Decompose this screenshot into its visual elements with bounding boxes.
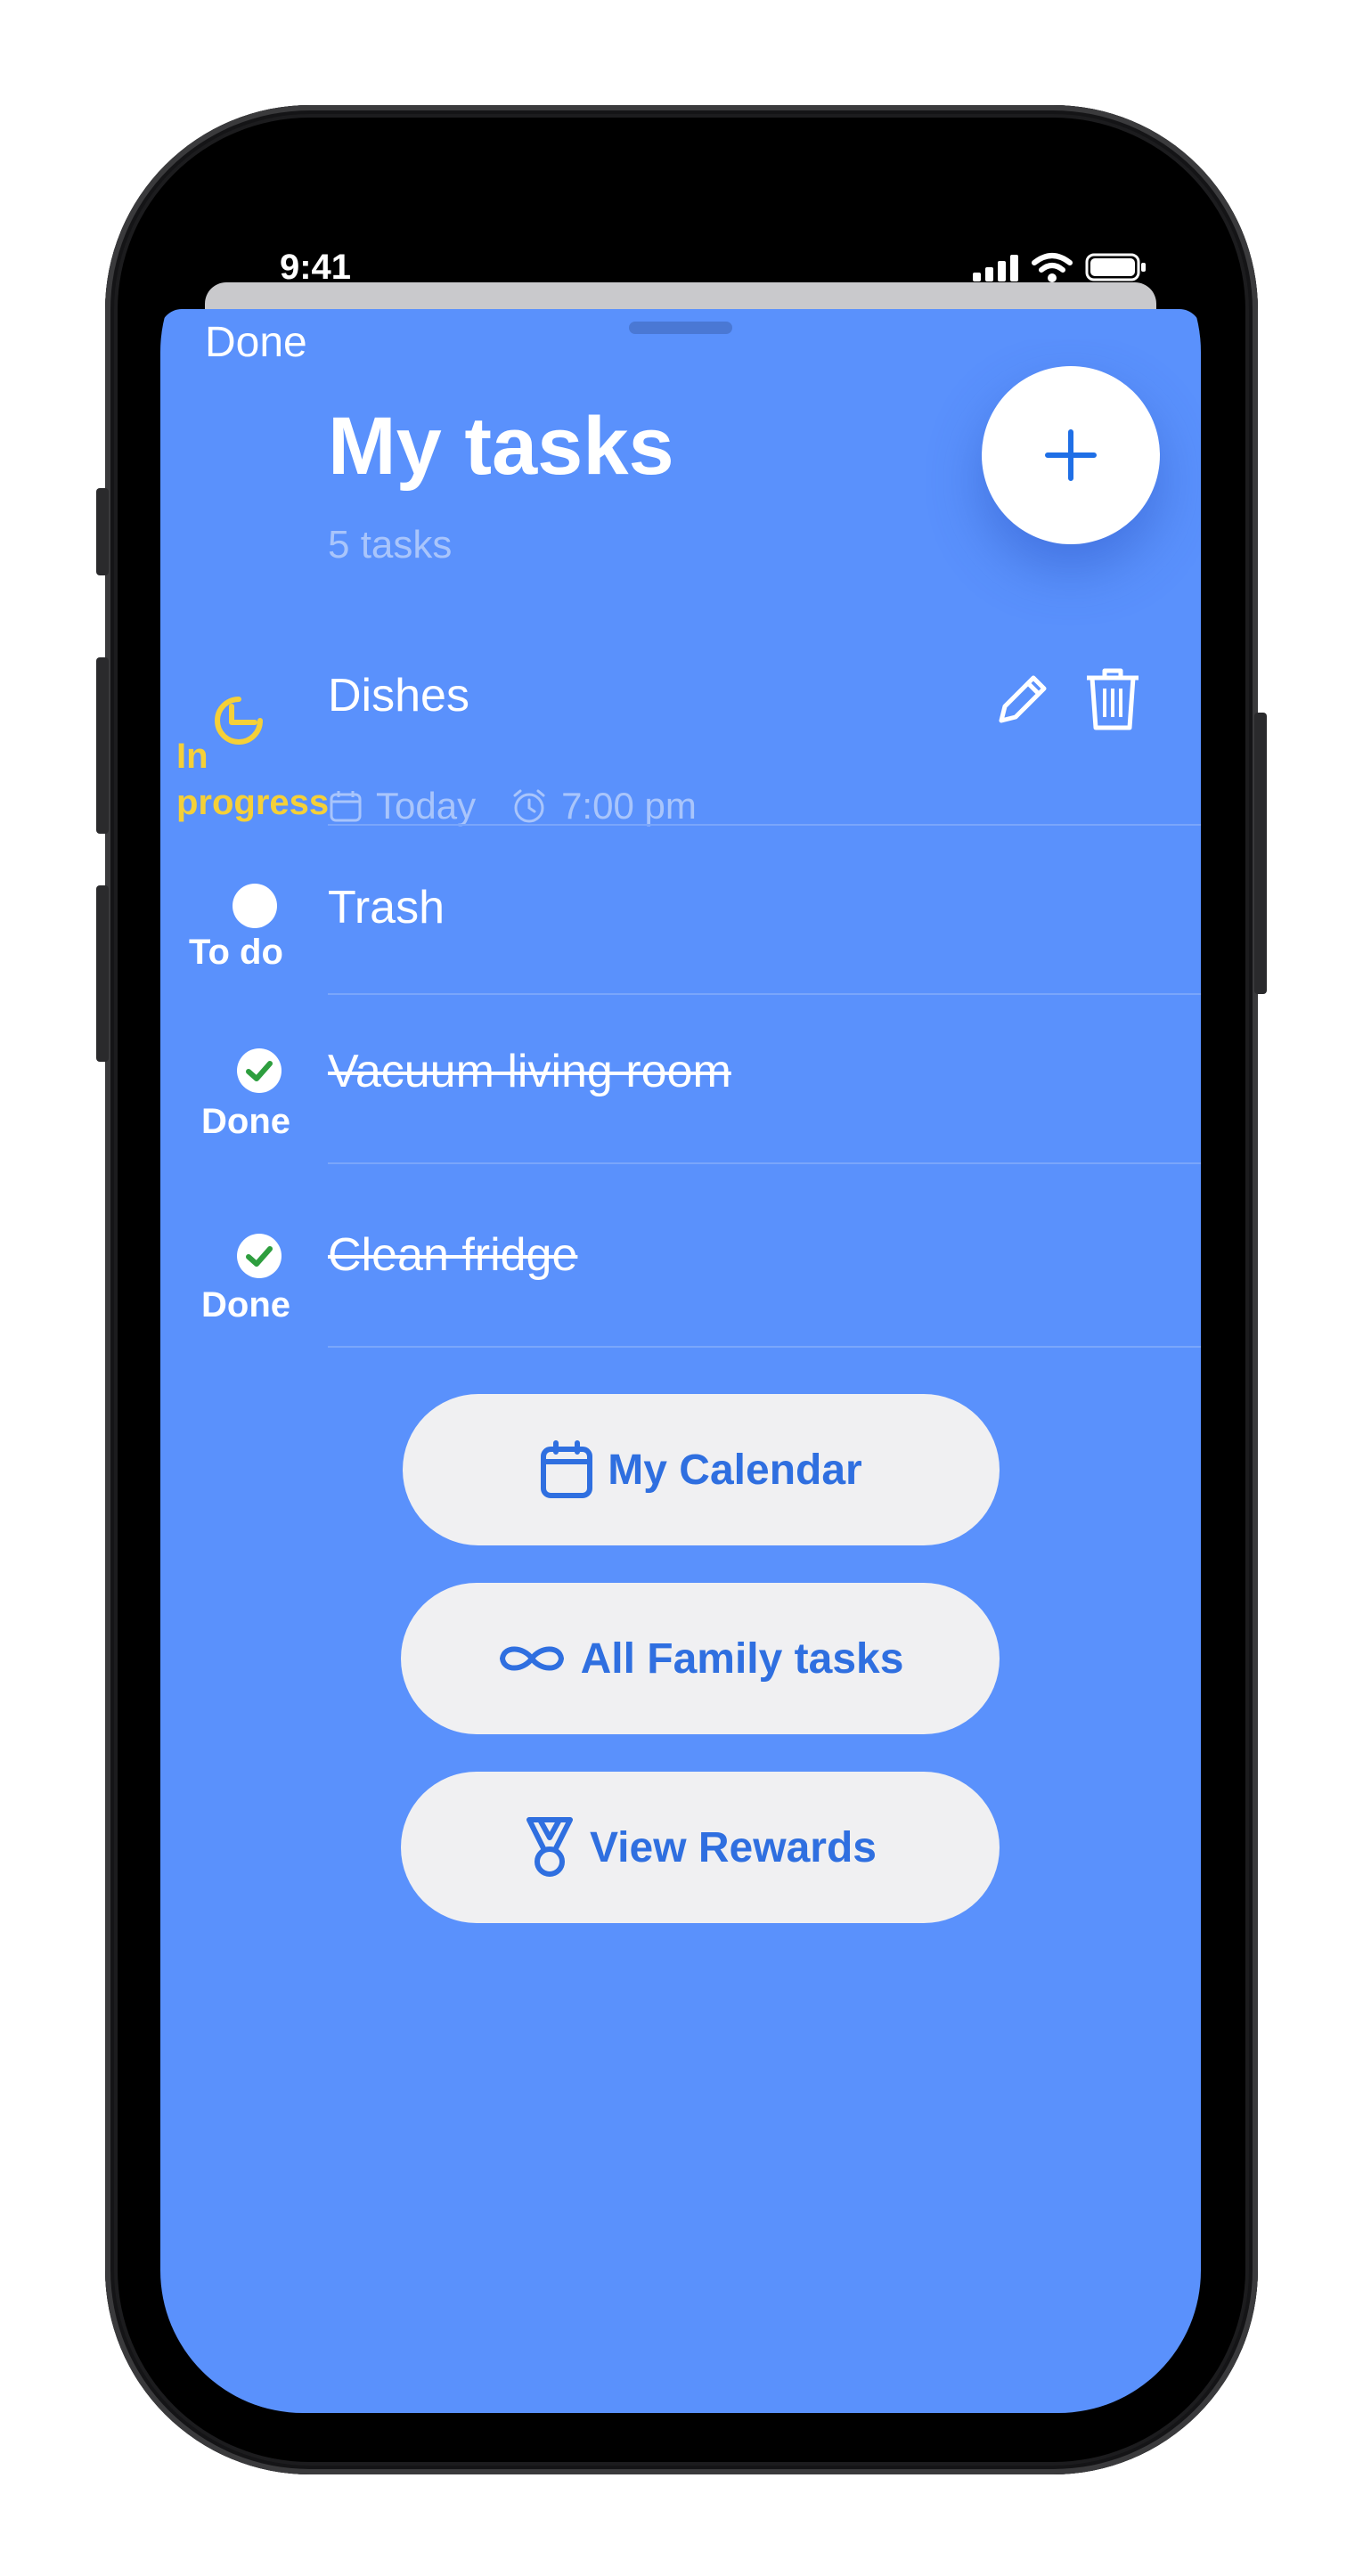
calendar-icon [541, 1440, 593, 1498]
button-label: All Family tasks [580, 1634, 904, 1683]
volume-down-button [96, 885, 109, 1062]
button-label: My Calendar [608, 1446, 862, 1494]
task-row[interactable]: To do Trash [160, 826, 1201, 995]
trash-icon[interactable] [1083, 665, 1142, 733]
silent-switch [96, 488, 109, 575]
calendar-icon [330, 791, 362, 822]
divider [328, 1346, 1201, 1348]
wifi-icon [1032, 253, 1073, 282]
infinity-icon [499, 1646, 564, 1671]
power-button [1254, 713, 1267, 994]
add-task-button[interactable] [982, 366, 1160, 544]
check-circle-icon[interactable] [237, 1234, 282, 1278]
alarm-clock-icon [513, 789, 545, 823]
task-row[interactable]: Done Vacuum living room [160, 995, 1201, 1164]
page-title: My tasks [328, 401, 674, 492]
my-calendar-button[interactable]: My Calendar [403, 1394, 1000, 1545]
medal-icon [526, 1817, 574, 1877]
tasks-sheet: Done My tasks 5 tasks In progress Dishes [160, 309, 1201, 2413]
status-label: Done [201, 1285, 290, 1325]
status-label: Done [201, 1102, 290, 1141]
todo-circle-icon[interactable] [232, 883, 278, 929]
task-name: Trash [328, 882, 445, 933]
sheet-grabber[interactable] [629, 322, 732, 334]
all-family-tasks-button[interactable]: All Family tasks [401, 1583, 1000, 1734]
task-date: Today [376, 785, 477, 827]
task-time: 7:00 pm [561, 785, 697, 827]
task-name: Clean fridge [328, 1229, 578, 1281]
check-circle-icon[interactable] [237, 1048, 282, 1093]
task-name: Dishes [328, 670, 469, 721]
battery-icon [1085, 253, 1146, 281]
done-button[interactable]: Done [205, 318, 307, 367]
volume-up-button [96, 657, 109, 834]
task-row[interactable]: In progress Dishes Today 7:00 pm [160, 655, 1201, 827]
task-name: Vacuum living room [328, 1046, 731, 1097]
pencil-icon[interactable] [992, 669, 1053, 730]
plus-icon [1045, 429, 1097, 481]
task-meta: Today 7:00 pm [328, 785, 697, 827]
signal-icon [973, 255, 1018, 281]
screen: 9:41 Done My tasks 5 tasks In progress D… [160, 209, 1201, 2413]
status-label: To do [189, 933, 283, 972]
button-label: View Rewards [590, 1823, 877, 1871]
task-row[interactable]: Done Clean fridge [160, 1164, 1201, 1349]
view-rewards-button[interactable]: View Rewards [401, 1772, 1000, 1923]
task-count: 5 tasks [328, 523, 453, 567]
